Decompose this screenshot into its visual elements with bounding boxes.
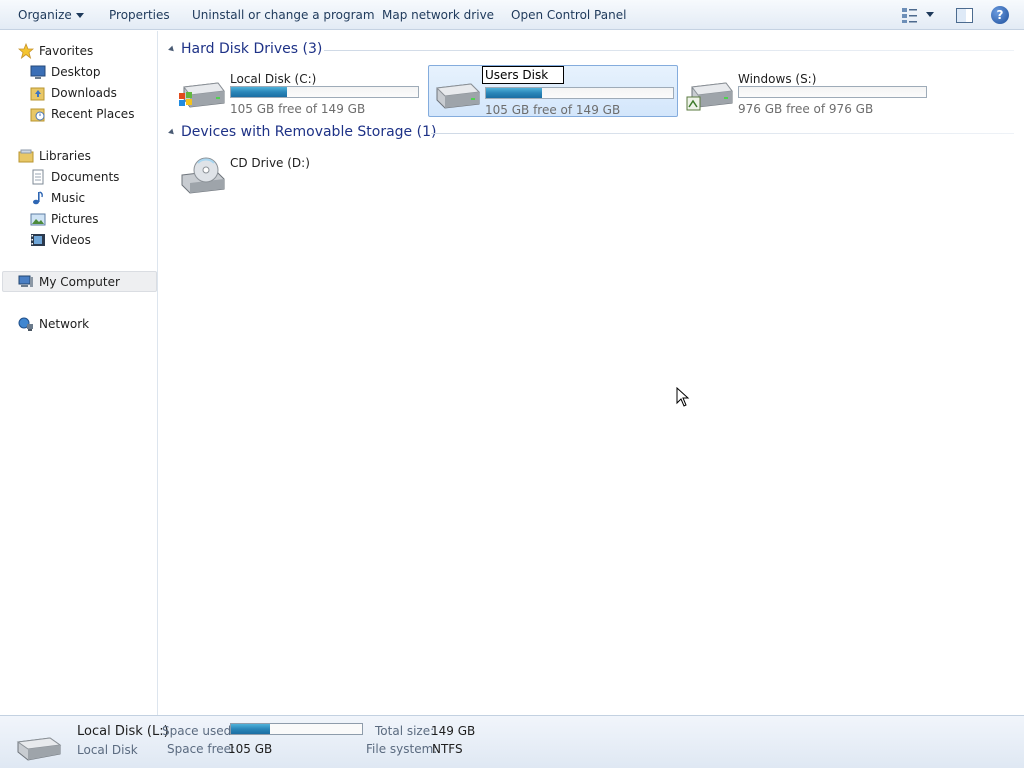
open-control-panel-button[interactable]: Open Control Panel (511, 0, 626, 30)
computer-icon (18, 275, 33, 287)
sidebar-item-label: My Computer (39, 274, 120, 289)
drive-usage-bar (230, 86, 419, 98)
pictures-icon (30, 213, 46, 225)
group-divider (431, 133, 1014, 134)
drive-name: Local Disk (C:) (230, 72, 317, 86)
sidebar-item-favorites[interactable]: Favorites (18, 40, 93, 61)
sidebar-item-libraries[interactable]: Libraries (18, 145, 91, 166)
total-size-value: 149 GB (431, 724, 476, 738)
view-dropdown-icon[interactable] (926, 12, 934, 17)
group-divider (324, 50, 1014, 51)
sidebar-item-documents[interactable]: Documents (30, 166, 119, 187)
space-free-value: 105 GB (228, 742, 273, 756)
group-title: Devices with Removable Storage (1) (181, 124, 437, 140)
space-free-label: Space free: (167, 742, 236, 756)
group-title: Hard Disk Drives (3) (181, 41, 323, 57)
group-header-hard-disk-drives[interactable]: Hard Disk Drives (3) (168, 41, 323, 57)
details-drive-name: Local Disk (L:) (77, 724, 169, 739)
drive-windows-s[interactable]: Windows (S:) 976 GB free of 976 GB (682, 65, 932, 117)
sidebar-item-label: Favorites (39, 43, 94, 58)
drive-local-disk-c[interactable]: Local Disk (C:) 105 GB free of 149 GB (174, 65, 424, 117)
sidebar-item-network[interactable]: Network (18, 313, 89, 334)
recent-places-icon (30, 108, 45, 121)
drive-free-space: 105 GB free of 149 GB (230, 102, 366, 116)
drive-usage-fill (231, 87, 288, 97)
hard-drive-icon (16, 737, 62, 761)
drive-name: Windows (S:) (738, 72, 817, 86)
preview-pane-icon[interactable] (956, 8, 973, 23)
sidebar-item-pictures[interactable]: Pictures (30, 208, 99, 229)
shared-drive-icon (686, 82, 733, 111)
group-header-removable-storage[interactable]: Devices with Removable Storage (1) (168, 124, 437, 140)
total-size-label: Total size: (375, 724, 435, 738)
drive-usage-bar (485, 87, 674, 99)
sidebar-item-my-computer[interactable]: My Computer (2, 271, 157, 292)
mouse-cursor-icon (676, 387, 690, 407)
cd-drive-icon (181, 157, 225, 194)
sidebar-item-label: Documents (51, 169, 120, 184)
organize-button[interactable]: Organize (18, 0, 84, 30)
sidebar-item-label: Videos (51, 232, 91, 247)
network-icon (18, 317, 33, 331)
hard-drive-icon (435, 83, 481, 109)
command-bar: Organize Properties Uninstall or change … (0, 0, 1024, 30)
sidebar-item-label: Network (39, 316, 90, 331)
details-pane: Local Disk (L:) Local Disk Space used: S… (0, 715, 1024, 768)
sidebar-item-recent-places[interactable]: Recent Places (30, 103, 134, 124)
space-used-fill (231, 724, 271, 734)
star-icon (18, 42, 34, 59)
space-used-bar (230, 723, 363, 735)
libraries-icon (18, 149, 34, 162)
sidebar-item-label: Libraries (39, 148, 91, 163)
uninstall-program-button[interactable]: Uninstall or change a program (192, 0, 375, 30)
view-options-icon[interactable] (901, 6, 919, 24)
navigation-pane: Favorites Desktop Downloads Recent Place… (0, 31, 158, 715)
help-icon[interactable]: ? (991, 6, 1009, 24)
drive-cd-d[interactable]: CD Drive (D:) (174, 149, 424, 201)
music-icon (33, 190, 43, 204)
collapse-icon (168, 45, 176, 53)
chevron-down-icon (75, 13, 84, 18)
drive-free-space: 976 GB free of 976 GB (738, 102, 874, 116)
sidebar-item-music[interactable]: Music (30, 187, 85, 208)
downloads-icon (30, 87, 45, 100)
desktop-icon (30, 65, 46, 79)
sidebar-item-label: Pictures (51, 211, 99, 226)
rename-input[interactable] (482, 66, 564, 84)
windows-drive-icon (179, 82, 225, 108)
sidebar-item-label: Recent Places (51, 106, 135, 121)
sidebar-item-label: Downloads (51, 85, 117, 100)
sidebar-item-label: Desktop (51, 64, 101, 79)
collapse-icon (168, 128, 176, 136)
drive-usage-bar (738, 86, 927, 98)
map-network-drive-button[interactable]: Map network drive (382, 0, 494, 30)
sidebar-item-label: Music (51, 190, 86, 205)
space-used-label: Space used: (162, 724, 236, 738)
drive-usage-fill (486, 88, 543, 98)
drive-users-disk[interactable]: 105 GB free of 149 GB (428, 65, 678, 117)
drive-free-space: 105 GB free of 149 GB (485, 103, 621, 117)
sidebar-item-downloads[interactable]: Downloads (30, 82, 117, 103)
organize-label: Organize (18, 8, 72, 22)
sidebar-item-videos[interactable]: Videos (30, 229, 91, 250)
sidebar-item-desktop[interactable]: Desktop (30, 61, 101, 82)
details-drive-type: Local Disk (77, 743, 138, 757)
file-system-value: NTFS (432, 742, 463, 756)
properties-button[interactable]: Properties (109, 0, 170, 30)
drive-name: CD Drive (D:) (230, 156, 310, 170)
file-system-label: File system: (366, 742, 438, 756)
documents-icon (32, 169, 44, 184)
videos-icon (31, 233, 45, 246)
content-pane: Hard Disk Drives (3) Local Disk (C:) 105… (159, 31, 1024, 715)
